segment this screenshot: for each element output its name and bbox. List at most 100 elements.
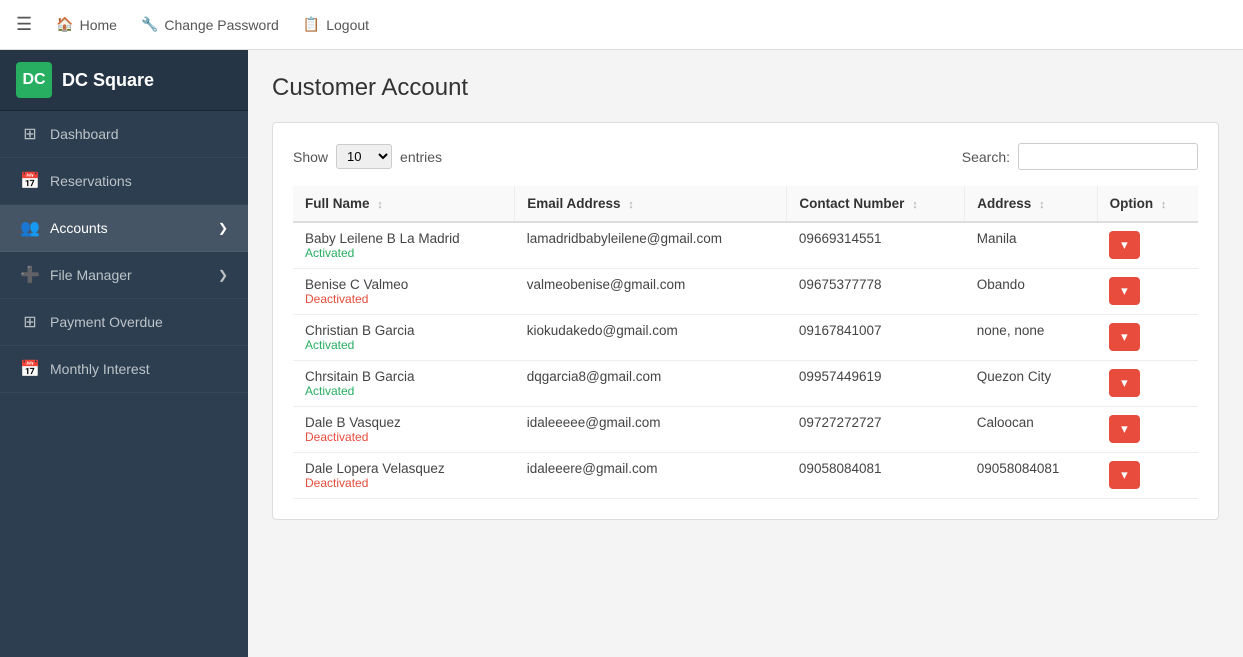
cell-option: ▾ <box>1097 407 1198 453</box>
table-row: Dale Lopera Velasquez Deactivated idalee… <box>293 453 1198 499</box>
customer-name: Baby Leilene B La Madrid <box>305 231 503 246</box>
row-action-button[interactable]: ▾ <box>1109 231 1140 259</box>
logo-icon: DC <box>16 62 52 98</box>
customer-name: Dale Lopera Velasquez <box>305 461 503 476</box>
sort-address-icon[interactable]: ↕ <box>1039 199 1045 211</box>
caret-icon: ▾ <box>1121 283 1128 299</box>
caret-icon: ▾ <box>1121 421 1128 437</box>
search-input[interactable] <box>1018 143 1198 170</box>
cell-option: ▾ <box>1097 269 1198 315</box>
customer-name: Benise C Valmeo <box>305 277 503 292</box>
cell-full-name: Chrsitain B Garcia Activated <box>293 361 515 407</box>
sidebar-item-accounts[interactable]: 👥 Accounts ❯ <box>0 205 248 252</box>
row-action-button[interactable]: ▾ <box>1109 277 1140 305</box>
cell-option: ▾ <box>1097 361 1198 407</box>
cell-option: ▾ <box>1097 222 1198 269</box>
sidebar-item-monthly-interest[interactable]: 📅 Monthly Interest <box>0 346 248 393</box>
status-badge: Deactivated <box>305 476 503 490</box>
col-address: Address ↕ <box>965 186 1097 222</box>
reservations-icon: 📅 <box>20 171 40 191</box>
layout: DC DC Square ⊞ Dashboard 📅 Reservations … <box>0 50 1243 657</box>
status-badge: Deactivated <box>305 430 503 444</box>
table-row: Chrsitain B Garcia Activated dqgarcia8@g… <box>293 361 1198 407</box>
topnav-logout[interactable]: 📋 Logout <box>303 16 369 33</box>
col-email: Email Address ↕ <box>515 186 787 222</box>
cell-contact: 09058084081 <box>787 453 965 499</box>
customer-name: Dale B Vasquez <box>305 415 503 430</box>
caret-icon: ▾ <box>1121 375 1128 391</box>
sidebar-label-dashboard: Dashboard <box>50 126 119 142</box>
cell-email: dqgarcia8@gmail.com <box>515 361 787 407</box>
caret-icon: ▾ <box>1121 237 1128 253</box>
sidebar-item-file-manager[interactable]: ➕ File Manager ❯ <box>0 252 248 299</box>
table-row: Baby Leilene B La Madrid Activated lamad… <box>293 222 1198 269</box>
cell-address: 09058084081 <box>965 453 1097 499</box>
sort-full-name-icon[interactable]: ↕ <box>377 199 383 211</box>
cell-contact: 09675377778 <box>787 269 965 315</box>
cell-email: kiokudakedo@gmail.com <box>515 315 787 361</box>
sort-contact-icon[interactable]: ↕ <box>912 199 918 211</box>
cell-full-name: Baby Leilene B La Madrid Activated <box>293 222 515 269</box>
caret-icon: ▾ <box>1121 467 1128 483</box>
col-option: Option ↕ <box>1097 186 1198 222</box>
show-label: Show <box>293 149 328 165</box>
topnav-home[interactable]: 🏠 Home <box>56 16 117 33</box>
topnav-change-password[interactable]: 🔧 Change Password <box>141 16 279 33</box>
status-badge: Activated <box>305 246 503 260</box>
sidebar-label-reservations: Reservations <box>50 173 132 189</box>
cell-email: idaleeere@gmail.com <box>515 453 787 499</box>
cell-email: idaleeeee@gmail.com <box>515 407 787 453</box>
show-entries: Show 10 25 50 100 entries <box>293 144 442 169</box>
chevron-accounts-icon: ❯ <box>218 221 228 235</box>
table-header-row: Full Name ↕ Email Address ↕ Contact Numb… <box>293 186 1198 222</box>
row-action-button[interactable]: ▾ <box>1109 369 1140 397</box>
customer-name: Chrsitain B Garcia <box>305 369 503 384</box>
cell-contact: 09167841007 <box>787 315 965 361</box>
monthly-interest-icon: 📅 <box>20 359 40 379</box>
chevron-file-manager-icon: ❯ <box>218 268 228 282</box>
col-full-name: Full Name ↕ <box>293 186 515 222</box>
cell-full-name: Benise C Valmeo Deactivated <box>293 269 515 315</box>
row-action-button[interactable]: ▾ <box>1109 323 1140 351</box>
sort-email-icon[interactable]: ↕ <box>628 199 634 211</box>
cell-full-name: Dale B Vasquez Deactivated <box>293 407 515 453</box>
accounts-icon: 👥 <box>20 218 40 238</box>
table-controls: Show 10 25 50 100 entries Search: <box>293 143 1198 170</box>
table-row: Christian B Garcia Activated kiokudakedo… <box>293 315 1198 361</box>
content-card: Show 10 25 50 100 entries Search: <box>272 122 1219 520</box>
table-row: Dale B Vasquez Deactivated idaleeeee@gma… <box>293 407 1198 453</box>
cell-address: Quezon City <box>965 361 1097 407</box>
row-action-button[interactable]: ▾ <box>1109 415 1140 443</box>
customer-table: Full Name ↕ Email Address ↕ Contact Numb… <box>293 186 1198 499</box>
sidebar-item-reservations[interactable]: 📅 Reservations <box>0 158 248 205</box>
payment-overdue-icon: ⊞ <box>20 312 40 332</box>
status-badge: Activated <box>305 338 503 352</box>
sidebar-label-payment-overdue: Payment Overdue <box>50 314 163 330</box>
sort-option-icon[interactable]: ↕ <box>1161 199 1167 211</box>
search-label: Search: <box>962 149 1010 165</box>
cell-email: lamadridbabyleilene@gmail.com <box>515 222 787 269</box>
cell-full-name: Dale Lopera Velasquez Deactivated <box>293 453 515 499</box>
logo-text: DC Square <box>62 70 154 91</box>
status-badge: Deactivated <box>305 292 503 306</box>
sidebar-label-monthly-interest: Monthly Interest <box>50 361 150 377</box>
cell-address: Manila <box>965 222 1097 269</box>
cell-address: none, none <box>965 315 1097 361</box>
sidebar-logo: DC DC Square <box>0 50 248 111</box>
dashboard-icon: ⊞ <box>20 124 40 144</box>
page-title: Customer Account <box>272 74 1219 102</box>
cell-contact: 09669314551 <box>787 222 965 269</box>
status-badge: Activated <box>305 384 503 398</box>
sidebar-label-accounts: Accounts <box>50 220 108 236</box>
sidebar-item-payment-overdue[interactable]: ⊞ Payment Overdue <box>0 299 248 346</box>
main-content: Customer Account Show 10 25 50 100 entri… <box>248 50 1243 657</box>
col-contact: Contact Number ↕ <box>787 186 965 222</box>
caret-icon: ▾ <box>1121 329 1128 345</box>
logout-icon: 📋 <box>303 16 320 33</box>
sidebar-item-dashboard[interactable]: ⊞ Dashboard <box>0 111 248 158</box>
search-box: Search: <box>962 143 1198 170</box>
row-action-button[interactable]: ▾ <box>1109 461 1140 489</box>
hamburger-icon[interactable]: ☰ <box>16 14 32 35</box>
entries-select[interactable]: 10 25 50 100 <box>336 144 392 169</box>
entries-label: entries <box>400 149 442 165</box>
